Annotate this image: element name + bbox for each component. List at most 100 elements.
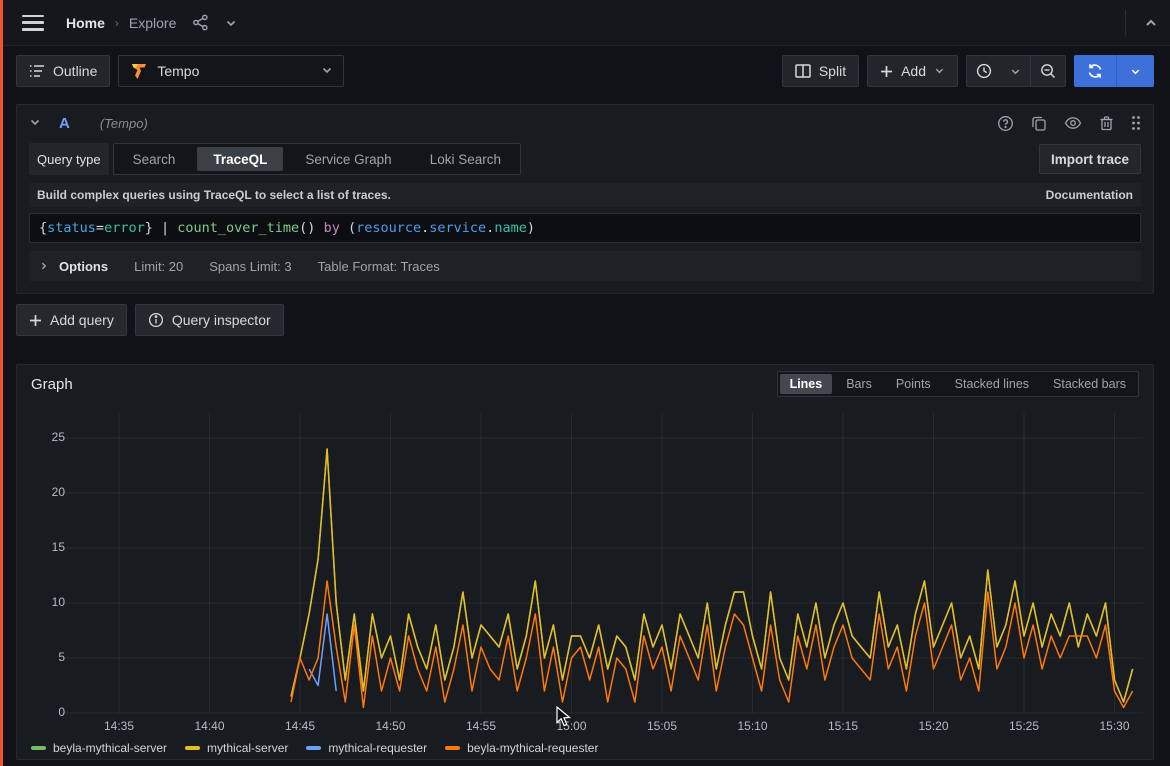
traceql-code-editor[interactable]: {status=error} | count_over_time() by (r… xyxy=(29,213,1141,243)
add-button[interactable]: Add xyxy=(867,55,958,87)
query-ref-id[interactable]: A xyxy=(59,115,70,132)
zoom-out-time-button[interactable] xyxy=(1031,56,1065,86)
mode-points[interactable]: Points xyxy=(886,374,941,394)
query-options-row: Options Limit: 20 Spans Limit: 3 Table F… xyxy=(29,251,1141,281)
options-table-format: Table Format: Traces xyxy=(318,259,440,274)
info-circle-icon xyxy=(148,312,164,328)
add-query-label: Add query xyxy=(50,312,114,328)
remove-query-trash-icon[interactable] xyxy=(1099,115,1114,131)
mode-bars[interactable]: Bars xyxy=(836,374,882,394)
explore-toolbar: Outline Tempo Split Add xyxy=(0,52,1170,90)
code-token: ) xyxy=(527,220,535,236)
legend-label: mythical-server xyxy=(207,741,288,755)
options-limit: Limit: 20 xyxy=(134,259,183,274)
query-collapse-chevron-icon[interactable] xyxy=(29,115,41,131)
datasource-picker[interactable]: Tempo xyxy=(118,55,344,87)
tempo-logo-icon xyxy=(129,62,149,80)
nav-divider xyxy=(1125,10,1126,36)
graph-style-radio-group: Lines Bars Points Stacked lines Stacked … xyxy=(777,371,1139,397)
time-picker-button[interactable] xyxy=(967,56,1001,86)
legend-item-beyla-mythical-requester[interactable]: beyla-mythical-requester xyxy=(445,741,598,755)
outline-button[interactable]: Outline xyxy=(16,55,110,87)
x-axis-tick: 14:40 xyxy=(194,719,224,733)
code-token: status xyxy=(47,220,96,236)
outline-button-label: Outline xyxy=(53,63,97,79)
series-mythical-requester xyxy=(309,614,336,691)
legend-color-dash xyxy=(31,746,46,750)
disable-query-eye-icon[interactable] xyxy=(1064,116,1082,130)
refresh-icon xyxy=(1087,63,1103,79)
code-token: count_over_time xyxy=(177,220,299,236)
mode-lines[interactable]: Lines xyxy=(780,374,833,394)
query-datasource-hint: (Tempo) xyxy=(100,116,148,131)
code-token: () xyxy=(299,220,315,236)
share-icon[interactable] xyxy=(192,14,209,31)
split-button[interactable]: Split xyxy=(782,55,859,87)
tab-loki-search[interactable]: Loki Search xyxy=(414,147,517,171)
query-editor-card: A (Tempo) xyxy=(16,104,1154,294)
duplicate-query-icon[interactable] xyxy=(1031,115,1047,131)
refresh-button[interactable] xyxy=(1074,55,1116,87)
add-chevron-down-icon xyxy=(934,63,945,79)
code-token: resource xyxy=(356,220,421,236)
legend-item-mythical-requester[interactable]: mythical-requester xyxy=(306,741,427,755)
x-axis-tick: 14:45 xyxy=(285,719,315,733)
chart-legend: beyla-mythical-server mythical-server myth… xyxy=(31,741,598,755)
breadcrumb-chevron-down-icon[interactable] xyxy=(225,17,237,29)
menu-icon[interactable] xyxy=(22,15,44,31)
code-token: | xyxy=(153,220,177,236)
tab-traceql[interactable]: TraceQL xyxy=(197,147,283,171)
options-spans-limit: Spans Limit: 3 xyxy=(209,259,291,274)
x-axis: 14:3514:4014:4514:5014:5515:0015:0515:10… xyxy=(63,719,1143,735)
time-picker-group xyxy=(966,55,1066,87)
y-axis: 0510152025 xyxy=(21,413,65,715)
x-axis-tick: 14:55 xyxy=(466,719,496,733)
y-axis-tick: 20 xyxy=(21,485,65,499)
y-axis-tick: 10 xyxy=(21,595,65,609)
options-toggle[interactable]: Options xyxy=(39,259,108,274)
series-mythical-server xyxy=(291,449,1133,702)
time-picker-chevron-down[interactable] xyxy=(1001,56,1030,86)
drag-handle-grip-icon[interactable] xyxy=(1131,115,1141,131)
refresh-interval-chevron-down[interactable] xyxy=(1117,55,1154,87)
code-token: ( xyxy=(340,220,356,236)
legend-item-mythical-server[interactable]: mythical-server xyxy=(185,741,288,755)
legend-color-dash xyxy=(306,746,321,750)
x-axis-tick: 15:10 xyxy=(737,719,767,733)
query-inspector-label: Query inspector xyxy=(172,312,271,328)
legend-label: beyla-mythical-requester xyxy=(467,741,598,755)
run-query-split-button xyxy=(1074,55,1154,87)
breadcrumb-separator-icon: › xyxy=(115,16,119,30)
y-axis-tick: 0 xyxy=(21,705,65,719)
mode-stacked-lines[interactable]: Stacked lines xyxy=(945,374,1039,394)
code-token: { xyxy=(39,220,47,236)
options-chevron-right-icon xyxy=(39,261,49,271)
y-axis-tick: 5 xyxy=(21,650,65,664)
datasource-picker-label: Tempo xyxy=(157,63,199,79)
collapse-top-chevron-up-icon[interactable] xyxy=(1144,16,1158,30)
add-query-button[interactable]: Add query xyxy=(16,304,127,336)
x-axis-tick: 15:30 xyxy=(1099,719,1129,733)
x-axis-tick: 15:00 xyxy=(556,719,586,733)
tab-search[interactable]: Search xyxy=(117,147,192,171)
x-axis-tick: 15:20 xyxy=(918,719,948,733)
code-token: = xyxy=(96,220,104,236)
split-button-label: Split xyxy=(819,63,846,79)
tab-service-graph[interactable]: Service Graph xyxy=(289,147,407,171)
breadcrumb-home[interactable]: Home xyxy=(66,15,105,31)
query-help-icon[interactable] xyxy=(997,115,1014,132)
import-trace-button[interactable]: Import trace xyxy=(1039,144,1141,174)
legend-item-beyla-mythical-server[interactable]: beyla-mythical-server xyxy=(31,741,167,755)
breadcrumb-explore[interactable]: Explore xyxy=(129,15,176,31)
code-token: name xyxy=(494,220,527,236)
query-inspector-button[interactable]: Query inspector xyxy=(135,304,284,336)
code-token: error xyxy=(104,220,145,236)
screen-share-border xyxy=(0,0,3,766)
documentation-link[interactable]: Documentation xyxy=(1046,188,1133,202)
legend-color-dash xyxy=(445,746,460,750)
x-axis-tick: 15:05 xyxy=(647,719,677,733)
x-axis-tick: 15:15 xyxy=(828,719,858,733)
timeseries-chart[interactable] xyxy=(63,413,1143,715)
mode-stacked-bars[interactable]: Stacked bars xyxy=(1043,374,1136,394)
graph-panel: Graph Lines Bars Points Stacked lines St… xyxy=(16,364,1154,760)
